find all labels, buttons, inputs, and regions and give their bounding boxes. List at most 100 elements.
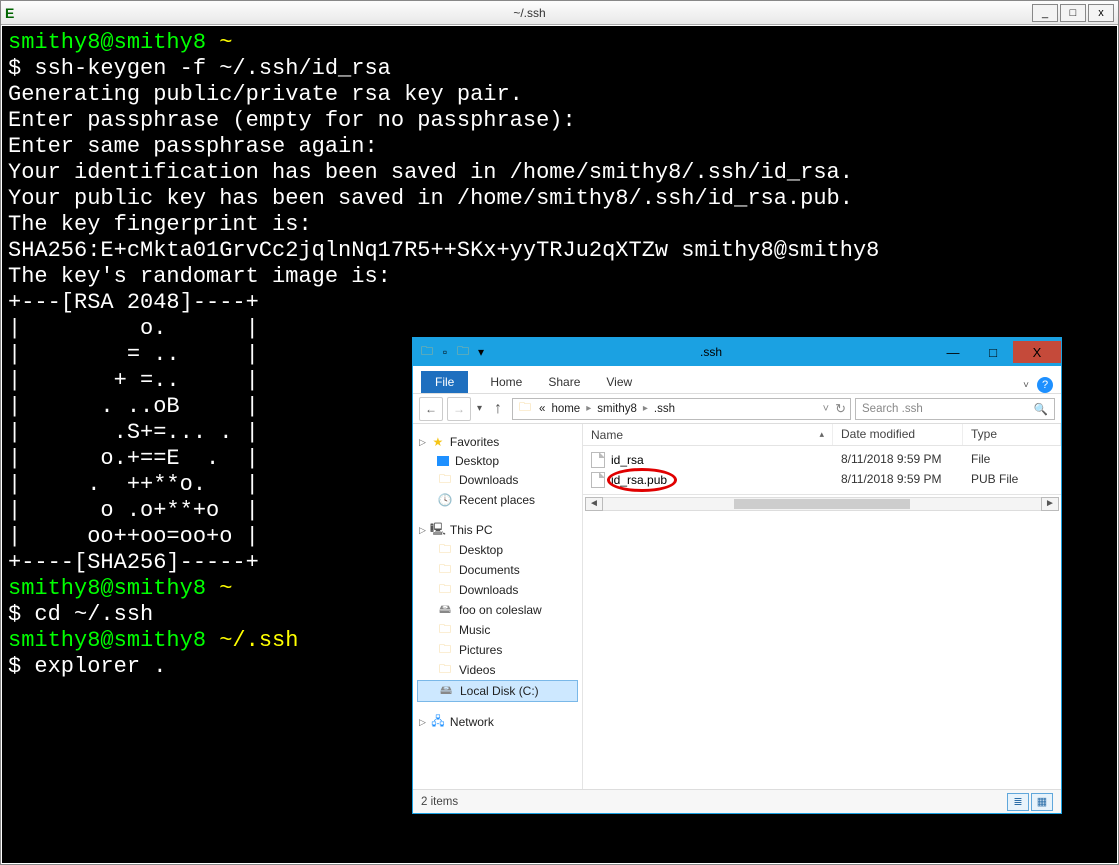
maximize-button[interactable]: □ xyxy=(1060,4,1086,22)
sidebar-item-downloads[interactable]: 🗀Downloads xyxy=(417,580,578,600)
search-input[interactable]: Search .ssh 🔍 xyxy=(855,398,1055,420)
file-row[interactable]: id_rsa.pub 8/11/2018 9:59 PMPUB File xyxy=(583,470,1061,490)
chevron-right-icon[interactable]: ▸ xyxy=(586,403,591,414)
column-header-date[interactable]: Date modified xyxy=(833,424,963,445)
forward-button[interactable]: → xyxy=(447,397,471,421)
icons-view-button[interactable]: ▦ xyxy=(1031,793,1053,811)
file-date: 8/11/2018 9:59 PM xyxy=(833,472,963,488)
sidebar-label: Desktop xyxy=(459,543,503,557)
scroll-track[interactable] xyxy=(603,497,1041,511)
ribbon-tab-share[interactable]: Share xyxy=(544,371,584,393)
sidebar-label: Music xyxy=(459,623,490,637)
terminal-line: SHA256:E+cMkta01GrvCc2jqlnNq17R5++SKx+yy… xyxy=(8,238,1111,264)
navigation-bar: ← → ▾ ↑ 🗀 « home ▸ smithy8 ▸ .ssh ˅ ↻ Se… xyxy=(413,394,1061,424)
sidebar-label: Network xyxy=(450,715,494,729)
file-rows: id_rsa8/11/2018 9:59 PMFileid_rsa.pub8/1… xyxy=(583,446,1061,494)
breadcrumb[interactable]: home xyxy=(551,403,580,415)
address-dropdown-icon[interactable]: ˅ xyxy=(823,403,829,415)
sidebar-item-documents[interactable]: 🗀Documents xyxy=(417,560,578,580)
terminal-titlebar[interactable]: E ~/.ssh _ □ x xyxy=(1,1,1118,25)
network-icon: 🖧 xyxy=(430,714,446,730)
terminal-app-icon: E xyxy=(5,5,21,21)
sidebar-item-desktop[interactable]: Desktop xyxy=(417,452,578,470)
quick-access-toolbar: 🗀 ▫ 🗀 ▾ xyxy=(419,344,489,360)
history-dropdown-icon[interactable]: ▾ xyxy=(475,403,484,414)
sidebar-label: Local Disk (C:) xyxy=(460,684,539,698)
sidebar-label: Videos xyxy=(459,663,495,677)
close-button[interactable]: X xyxy=(1013,341,1061,363)
sidebar-item-thispc[interactable]: ▷🖳This PC xyxy=(417,520,578,540)
recent-icon: 🕓 xyxy=(437,492,453,508)
refresh-icon[interactable]: ↻ xyxy=(835,401,846,417)
up-button[interactable]: ↑ xyxy=(488,400,508,418)
status-text: 2 items xyxy=(421,796,458,808)
star-icon: ★ xyxy=(430,434,446,450)
sidebar-item-pictures[interactable]: 🗀Pictures xyxy=(417,640,578,660)
sidebar-item-videos[interactable]: 🗀Videos xyxy=(417,660,578,680)
help-icon[interactable]: ? xyxy=(1037,377,1053,393)
ribbon: File Home Share View ˅ ? xyxy=(413,366,1061,394)
sort-asc-icon: ▴ xyxy=(819,429,824,440)
maximize-button[interactable]: □ xyxy=(973,341,1013,363)
sidebar-item-network[interactable]: ▷🖧Network xyxy=(417,712,578,732)
folder-icon: 🗀 xyxy=(437,622,453,638)
ribbon-tab-view[interactable]: View xyxy=(602,371,636,393)
terminal-line: Enter passphrase (empty for no passphras… xyxy=(8,108,1111,134)
explorer-window: 🗀 ▫ 🗀 ▾ .ssh — □ X File Home Share View … xyxy=(412,337,1062,814)
sidebar-item-downloads[interactable]: 🗀Downloads xyxy=(417,470,578,490)
file-row[interactable]: id_rsa8/11/2018 9:59 PMFile xyxy=(583,450,1061,470)
details-view-button[interactable]: ≣ xyxy=(1007,793,1029,811)
desktop-icon xyxy=(437,456,449,466)
disk-icon: 🖴 xyxy=(438,683,454,699)
minimize-button[interactable]: — xyxy=(933,341,973,363)
ribbon-tab-file[interactable]: File xyxy=(421,371,468,393)
pc-icon: 🖳 xyxy=(430,522,446,538)
status-bar: 2 items ≣ ▦ xyxy=(413,789,1061,813)
breadcrumb[interactable]: smithy8 xyxy=(597,403,637,415)
sidebar-item-favorites[interactable]: ▷★Favorites xyxy=(417,432,578,452)
sidebar-item-netdrive[interactable]: 🖴foo on coleslaw xyxy=(417,600,578,620)
qat-icon[interactable]: ▫ xyxy=(437,344,453,360)
file-type: PUB File xyxy=(963,472,1061,488)
close-button[interactable]: x xyxy=(1088,4,1114,22)
terminal-line: +---[RSA 2048]----+ xyxy=(8,290,1111,316)
sidebar-label: This PC xyxy=(450,523,493,537)
chevron-right-icon[interactable]: ▸ xyxy=(643,403,648,414)
sidebar-label: Documents xyxy=(459,563,520,577)
sidebar-label: Recent places xyxy=(459,493,535,507)
breadcrumb[interactable]: .ssh xyxy=(654,403,675,415)
file-name-text: id_rsa.pub xyxy=(611,473,667,487)
column-header-type[interactable]: Type xyxy=(963,424,1061,445)
sidebar-item-recent[interactable]: 🕓 Recent places xyxy=(417,490,578,510)
file-icon xyxy=(591,472,605,488)
minimize-button[interactable]: _ xyxy=(1032,4,1058,22)
sidebar-label: Desktop xyxy=(455,454,499,468)
folder-icon: 🗀 xyxy=(437,542,453,558)
scroll-right-button[interactable]: ► xyxy=(1041,497,1059,511)
expand-ribbon-icon[interactable]: ˅ xyxy=(1023,380,1029,391)
sidebar-item-desktop[interactable]: 🗀 Desktop xyxy=(417,540,578,560)
terminal-line: $ ssh-keygen -f ~/.ssh/id_rsa xyxy=(8,56,1111,82)
terminal-title: ~/.ssh xyxy=(27,6,1032,20)
scroll-thumb[interactable] xyxy=(734,499,909,509)
ribbon-tab-home[interactable]: Home xyxy=(486,371,526,393)
navigation-pane: ▷★Favorites Desktop 🗀Downloads 🕓Recent p… xyxy=(413,424,583,789)
back-button[interactable]: ← xyxy=(419,397,443,421)
sidebar-item-localdisk[interactable]: 🖴 Local Disk (C:) xyxy=(417,680,578,702)
terminal-line: The key's randomart image is: xyxy=(8,264,1111,290)
horizontal-scrollbar[interactable]: ◄ ► xyxy=(583,494,1061,512)
sidebar-label: Downloads xyxy=(459,583,518,597)
folder-icon: 🗀 xyxy=(437,642,453,658)
sidebar-label: Downloads xyxy=(459,473,518,487)
file-date: 8/11/2018 9:59 PM xyxy=(833,452,963,468)
file-name-text: id_rsa xyxy=(611,453,644,467)
column-label: Name xyxy=(591,428,623,442)
column-header-name[interactable]: Name ▴ xyxy=(583,424,833,445)
qat-dropdown-icon[interactable]: ▾ xyxy=(473,344,489,360)
sidebar-item-music[interactable]: 🗀 Music xyxy=(417,620,578,640)
explorer-titlebar[interactable]: 🗀 ▫ 🗀 ▾ .ssh — □ X xyxy=(413,338,1061,366)
scroll-left-button[interactable]: ◄ xyxy=(585,497,603,511)
address-bar[interactable]: 🗀 « home ▸ smithy8 ▸ .ssh ˅ ↻ xyxy=(512,398,851,420)
terminal-line: smithy8@smithy8 ~ xyxy=(8,30,1111,56)
qat-folder-icon[interactable]: 🗀 xyxy=(455,344,471,360)
